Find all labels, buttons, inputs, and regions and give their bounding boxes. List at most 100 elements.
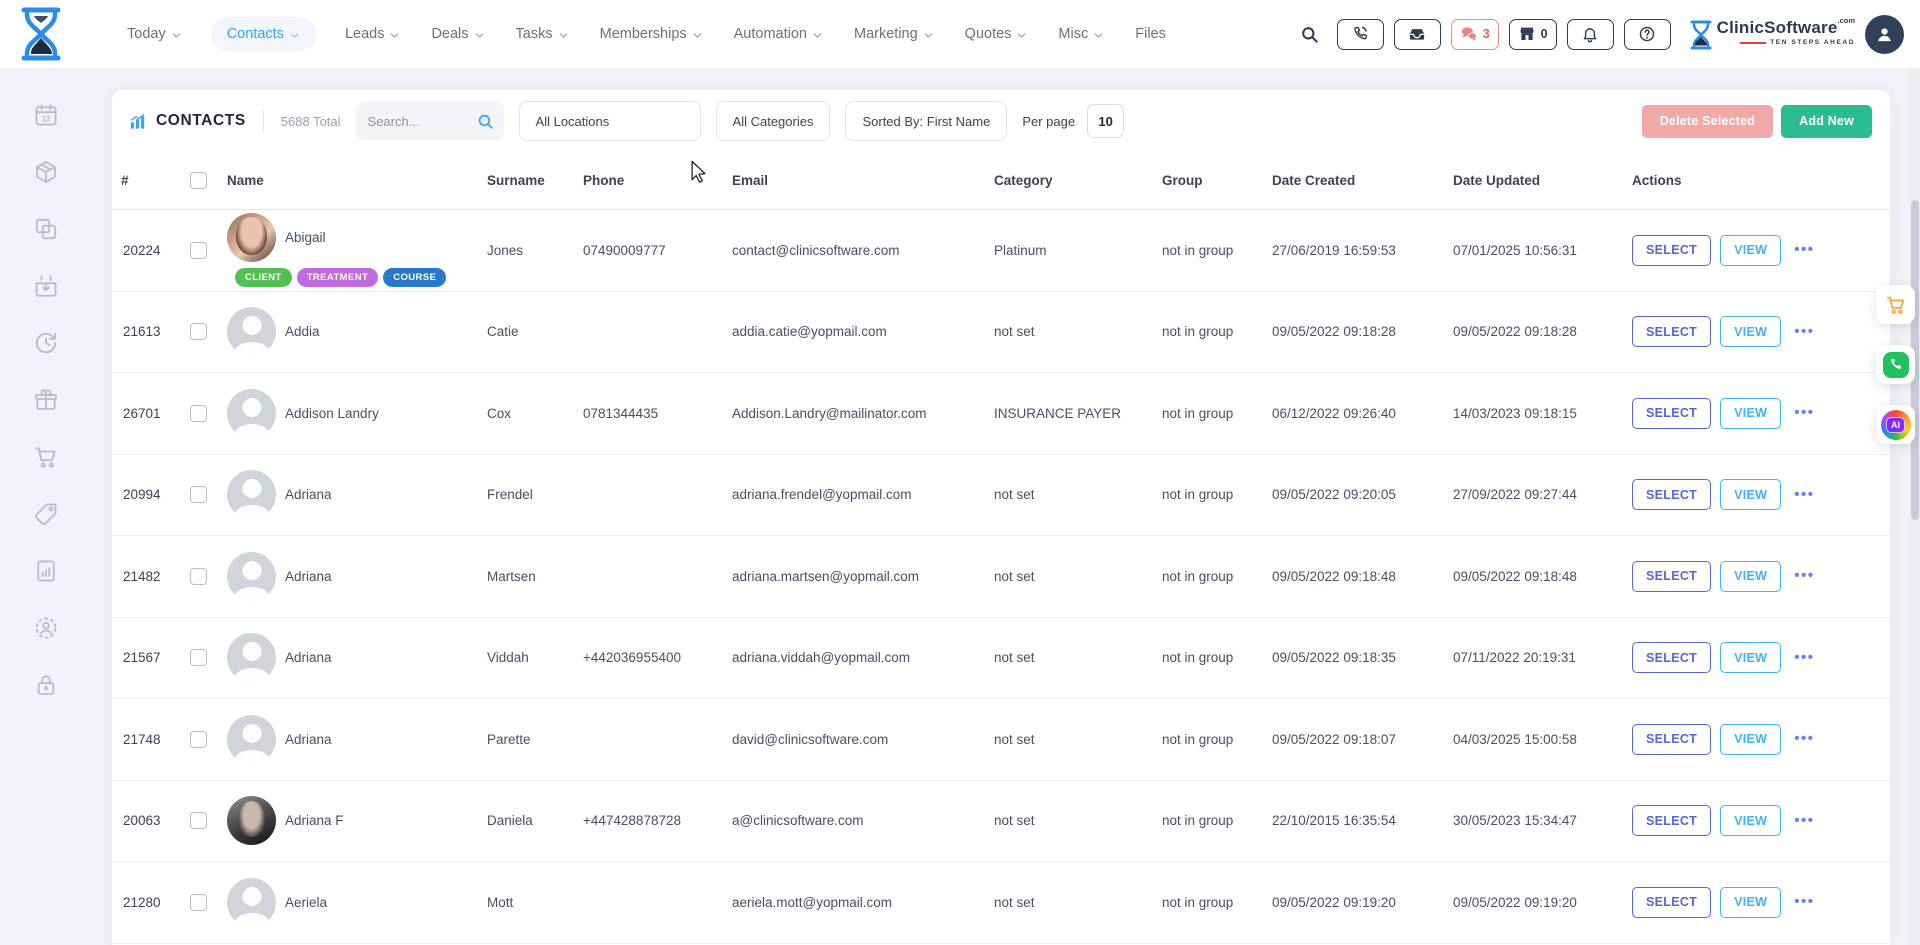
nav-item[interactable]: Quotes bbox=[963, 17, 1030, 51]
clinicsoftware-hourglass-logo[interactable] bbox=[18, 7, 64, 61]
more-actions-button[interactable]: ••• bbox=[1794, 816, 1814, 826]
user-avatar-button[interactable] bbox=[1865, 15, 1904, 54]
row-checkbox[interactable] bbox=[190, 568, 207, 585]
per-page-input[interactable]: 10 bbox=[1087, 104, 1124, 138]
contact-avatar bbox=[227, 389, 276, 438]
view-button[interactable]: VIEW bbox=[1720, 642, 1781, 673]
view-button[interactable]: VIEW bbox=[1720, 398, 1781, 429]
package-icon[interactable] bbox=[33, 158, 60, 185]
cell-actions: SELECT VIEW ••• bbox=[1632, 235, 1890, 266]
cell-phone: +442036955400 bbox=[583, 650, 732, 665]
col-name: Name bbox=[227, 173, 487, 188]
history-icon[interactable] bbox=[33, 329, 60, 356]
more-actions-button[interactable]: ••• bbox=[1794, 327, 1814, 337]
more-actions-button[interactable]: ••• bbox=[1794, 408, 1814, 418]
more-actions-button[interactable]: ••• bbox=[1794, 653, 1814, 663]
select-button[interactable]: SELECT bbox=[1632, 805, 1711, 836]
clinicsoftware-brand-logo[interactable]: ClinicSoftware .com TEN STEPS AHEAD bbox=[1689, 18, 1855, 50]
view-button[interactable]: VIEW bbox=[1720, 561, 1781, 592]
row-checkbox[interactable] bbox=[190, 812, 207, 829]
sort-filter[interactable]: Sorted By: First Name bbox=[845, 101, 1007, 141]
view-button[interactable]: VIEW bbox=[1720, 479, 1781, 510]
row-checkbox[interactable] bbox=[190, 323, 207, 340]
toolbar-button[interactable] bbox=[1567, 19, 1614, 50]
add-new-button[interactable]: Add New bbox=[1781, 105, 1872, 138]
whatsapp-button[interactable] bbox=[1876, 345, 1915, 384]
global-search-icon[interactable] bbox=[1297, 21, 1323, 47]
nav-item[interactable]: Today bbox=[125, 17, 184, 51]
toolbar-button[interactable]: 3 bbox=[1451, 19, 1499, 50]
row-checkbox[interactable] bbox=[190, 486, 207, 503]
select-all-checkbox[interactable] bbox=[190, 172, 207, 189]
contact-name: Adriana bbox=[285, 487, 332, 502]
view-button[interactable]: VIEW bbox=[1720, 724, 1781, 755]
nav-item[interactable]: Tasks bbox=[514, 17, 571, 51]
select-button[interactable]: SELECT bbox=[1632, 642, 1711, 673]
categories-filter[interactable]: All Categories bbox=[716, 101, 831, 141]
toolbar-button[interactable] bbox=[1624, 19, 1671, 50]
tool-buttons: 3 0 bbox=[1337, 19, 1671, 50]
gift-icon[interactable] bbox=[33, 386, 60, 413]
view-button[interactable]: VIEW bbox=[1720, 887, 1781, 918]
select-button[interactable]: SELECT bbox=[1632, 235, 1711, 266]
row-checkbox[interactable] bbox=[190, 242, 207, 259]
search-input[interactable] bbox=[368, 114, 471, 129]
col-category: Category bbox=[994, 173, 1162, 188]
nav-item[interactable]: Leads bbox=[343, 17, 403, 51]
cell-id: 21482 bbox=[121, 569, 190, 584]
chevron-down-icon bbox=[474, 30, 485, 41]
view-button[interactable]: VIEW bbox=[1720, 235, 1781, 266]
support-icon[interactable] bbox=[33, 614, 60, 641]
calendar-import-icon[interactable] bbox=[33, 272, 60, 299]
toolbar-button[interactable] bbox=[1337, 19, 1384, 50]
more-actions-button[interactable]: ••• bbox=[1794, 897, 1814, 907]
cell-date-updated: 30/05/2023 15:34:47 bbox=[1453, 813, 1632, 828]
cell-id: 20063 bbox=[121, 813, 190, 828]
row-checkbox[interactable] bbox=[190, 405, 207, 422]
left-sidebar: 12 bbox=[0, 68, 92, 945]
nav-item-label: Files bbox=[1135, 26, 1166, 42]
report-icon[interactable] bbox=[33, 557, 60, 584]
cart-icon[interactable] bbox=[33, 443, 60, 470]
view-button[interactable]: VIEW bbox=[1720, 316, 1781, 347]
cell-group: not in group bbox=[1162, 895, 1272, 910]
row-checkbox[interactable] bbox=[190, 649, 207, 666]
cell-email: david@clinicsoftware.com bbox=[732, 732, 994, 747]
cart-icon bbox=[1885, 294, 1907, 316]
row-checkbox[interactable] bbox=[190, 894, 207, 911]
more-actions-button[interactable]: ••• bbox=[1794, 571, 1814, 581]
nav-item[interactable]: Misc bbox=[1056, 17, 1106, 51]
delete-selected-button[interactable]: Delete Selected bbox=[1642, 105, 1773, 138]
toolbar-button[interactable]: 0 bbox=[1509, 19, 1557, 50]
calendar-12-icon[interactable]: 12 bbox=[33, 101, 60, 128]
nav-item[interactable]: Files bbox=[1133, 17, 1168, 51]
nav-item[interactable]: Marketing bbox=[852, 17, 936, 51]
cell-group: not in group bbox=[1162, 813, 1272, 828]
select-button[interactable]: SELECT bbox=[1632, 479, 1711, 510]
ai-assistant-button[interactable]: AI bbox=[1876, 405, 1915, 444]
select-button[interactable]: SELECT bbox=[1632, 887, 1711, 918]
select-button[interactable]: SELECT bbox=[1632, 398, 1711, 429]
toolbar-button[interactable] bbox=[1394, 19, 1441, 50]
nav-item[interactable]: Automation bbox=[732, 17, 825, 51]
more-actions-button[interactable]: ••• bbox=[1794, 734, 1814, 744]
lock-icon[interactable] bbox=[33, 671, 60, 698]
nav-item[interactable]: Memberships bbox=[598, 17, 705, 51]
select-button[interactable]: SELECT bbox=[1632, 561, 1711, 592]
tag-icon[interactable] bbox=[33, 500, 60, 527]
nav-item[interactable]: Deals bbox=[429, 17, 486, 51]
copy-icon[interactable] bbox=[33, 215, 60, 242]
select-button[interactable]: SELECT bbox=[1632, 316, 1711, 347]
search-icon[interactable] bbox=[477, 113, 494, 130]
more-actions-button[interactable]: ••• bbox=[1794, 245, 1814, 255]
locations-filter[interactable]: All Locations bbox=[519, 101, 701, 141]
help-icon bbox=[1638, 25, 1656, 43]
nav-item[interactable]: Contacts bbox=[211, 17, 316, 51]
view-button[interactable]: VIEW bbox=[1720, 805, 1781, 836]
more-actions-button[interactable]: ••• bbox=[1794, 490, 1814, 500]
nav-item-label: Tasks bbox=[516, 26, 553, 42]
select-button[interactable]: SELECT bbox=[1632, 724, 1711, 755]
cell-date-updated: 09/05/2022 09:18:28 bbox=[1453, 324, 1632, 339]
pos-cart-button[interactable] bbox=[1876, 285, 1915, 324]
row-checkbox[interactable] bbox=[190, 731, 207, 748]
